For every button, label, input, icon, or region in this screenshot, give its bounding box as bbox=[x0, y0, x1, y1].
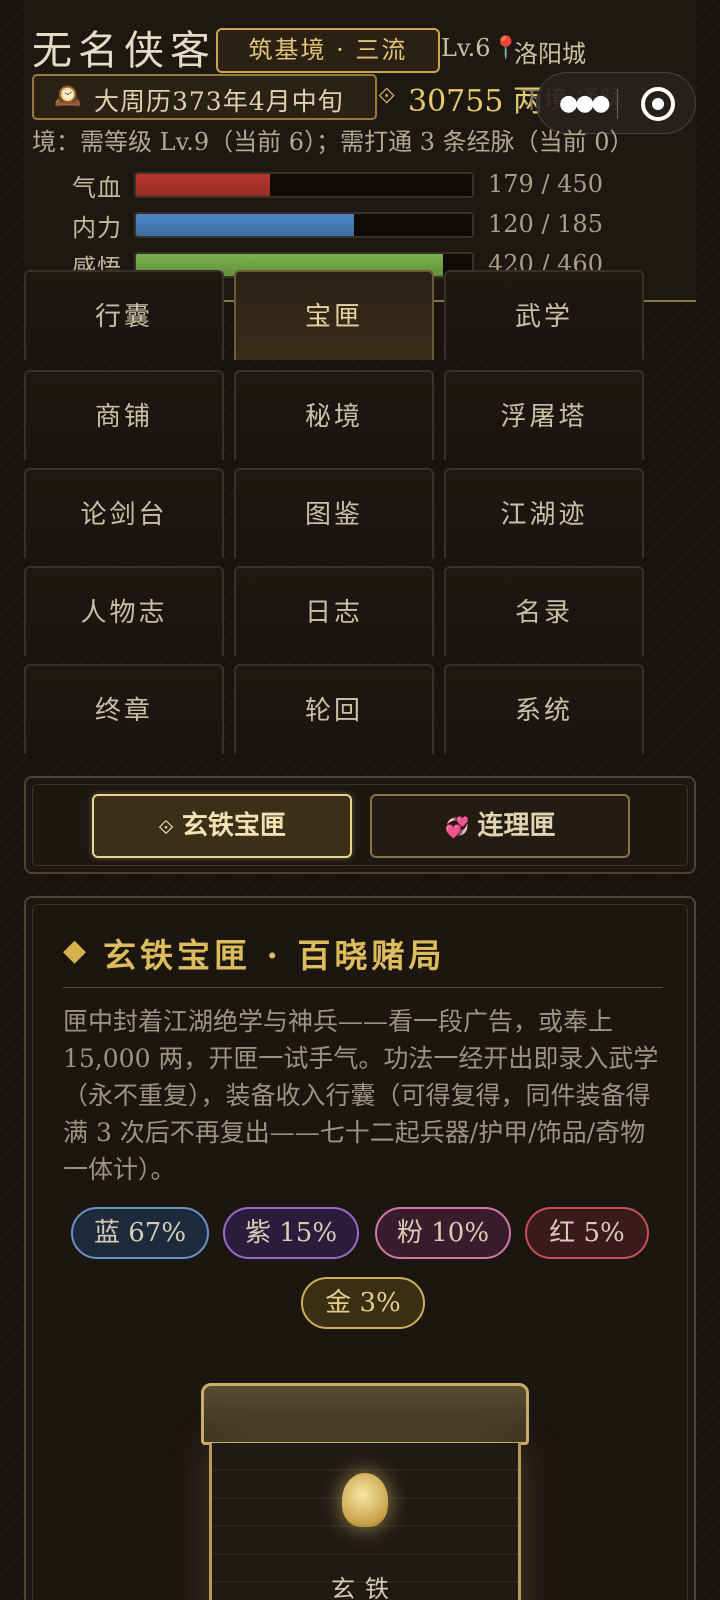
chest-label: 玄铁 bbox=[331, 1575, 399, 1600]
menu-item-finale[interactable]: 终章 bbox=[24, 664, 224, 754]
coin-icon: ⟐ bbox=[378, 84, 396, 109]
tab-lianli-box-label: 连理匣 bbox=[477, 811, 556, 841]
calendar-badge: 🕰️ 大周历373年4月中旬 bbox=[32, 74, 377, 120]
diamond-icon: ◆ bbox=[63, 933, 87, 968]
card-frame: ◆ 玄铁宝匣 · 百晓赌局 匣中封着江湖绝学与神兵——看一段广告，或奉上 15,… bbox=[32, 904, 688, 1600]
stat-bar-hp bbox=[134, 172, 474, 198]
diamond-coin-icon: ⟐ bbox=[158, 815, 174, 839]
menu-item-system[interactable]: 系统 bbox=[444, 664, 644, 754]
realm-badge[interactable]: 筑基境 · 三流 bbox=[216, 28, 440, 73]
rate-chip-purple: 紫 15% bbox=[223, 1207, 359, 1259]
menu-item-treasure-box[interactable]: 宝匣 bbox=[234, 270, 434, 360]
calendar-text: 大周历373年4月中旬 bbox=[94, 87, 344, 116]
menu-item-pagoda[interactable]: 浮屠塔 bbox=[444, 370, 644, 460]
menu-item-martial-arts[interactable]: 武学 bbox=[444, 270, 644, 360]
stat-fill-mp bbox=[136, 214, 354, 236]
chest-lid[interactable] bbox=[201, 1383, 529, 1445]
requirement-text: 境：需等级 Lv.9（当前 6）；需打通 3 条经脉（当前 0） bbox=[32, 128, 634, 156]
card-description: 匣中封着江湖绝学与神兵——看一段广告，或奉上 15,000 两，开匣一试手气。功… bbox=[63, 1007, 659, 1184]
menu-item-reincarnation[interactable]: 轮回 bbox=[234, 664, 434, 754]
rate-chip-blue: 蓝 67% bbox=[71, 1207, 209, 1259]
menu-item-arena[interactable]: 论剑台 bbox=[24, 468, 224, 558]
card-title: 玄铁宝匣 · 百晓赌局 bbox=[103, 936, 446, 975]
level-text: Lv.6 bbox=[441, 34, 491, 62]
stat-value-hp: 179 / 450 bbox=[488, 170, 603, 198]
menu-item-roster[interactable]: 名录 bbox=[444, 566, 644, 656]
menu-item-bag[interactable]: 行囊 bbox=[24, 270, 224, 360]
menu-item-shop[interactable]: 商铺 bbox=[24, 370, 224, 460]
stat-fill-hp bbox=[136, 174, 270, 196]
rate-chip-gold: 金 3% bbox=[301, 1277, 425, 1329]
treasure-box-card: ◆ 玄铁宝匣 · 百晓赌局 匣中封着江湖绝学与神兵——看一段广告，或奉上 15,… bbox=[24, 896, 696, 1600]
tab-iron-box-label: 玄铁宝匣 bbox=[181, 811, 286, 841]
tab-lianli-box[interactable]: 💞 连理匣 bbox=[370, 794, 630, 858]
capsule-divider bbox=[617, 89, 618, 119]
hero-name: 无名侠客 bbox=[32, 28, 216, 74]
stat-bar-mp bbox=[134, 212, 474, 238]
hearts-icon: 💞 bbox=[444, 815, 470, 839]
menu-item-log[interactable]: 日志 bbox=[234, 566, 434, 656]
stat-label-hp: 气血 bbox=[72, 174, 122, 202]
rate-chip-pink: 粉 10% bbox=[375, 1207, 511, 1259]
location-text[interactable]: 洛阳城 bbox=[514, 34, 586, 69]
target-circle-icon[interactable] bbox=[641, 87, 675, 121]
chest-lock-icon bbox=[342, 1473, 388, 1527]
stat-label-mp: 内力 bbox=[72, 214, 122, 242]
treasure-chest[interactable]: 玄铁 bbox=[209, 1443, 521, 1600]
tab-iron-box[interactable]: ⟐ 玄铁宝匣 bbox=[92, 794, 352, 858]
box-switch-panel: ⟐ 玄铁宝匣 💞 连理匣 bbox=[24, 776, 696, 874]
card-divider bbox=[63, 987, 663, 988]
menu-item-secret-realm[interactable]: 秘境 bbox=[234, 370, 434, 460]
stat-value-mp: 120 / 185 bbox=[488, 210, 603, 238]
menu-item-jianghu-traces[interactable]: 江湖迹 bbox=[444, 468, 644, 558]
menu-item-characters[interactable]: 人物志 bbox=[24, 566, 224, 656]
status-header: 无名侠客 筑基境 · 三流 Lv.6 📍 洛阳城 🕰️ 大周历373年4月中旬 … bbox=[24, 0, 696, 302]
rate-chip-red: 红 5% bbox=[525, 1207, 649, 1259]
more-dots-icon[interactable]: ●●● bbox=[559, 91, 611, 116]
menu-item-codex[interactable]: 图鉴 bbox=[234, 468, 434, 558]
clock-icon: 🕰️ bbox=[54, 84, 82, 109]
